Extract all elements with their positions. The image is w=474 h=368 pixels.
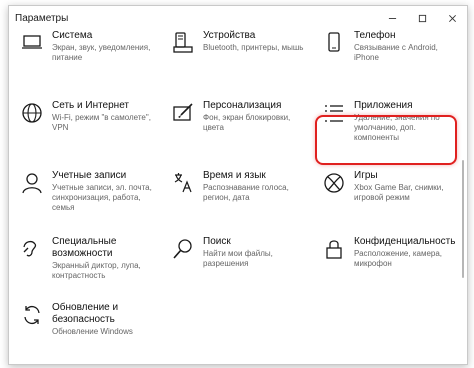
tile-accounts[interactable]: Учетные записи Учетные записи, эл. почта… bbox=[13, 170, 153, 222]
minimize-button[interactable] bbox=[377, 6, 407, 30]
tile-name: Телефон bbox=[354, 30, 396, 41]
tile-devices[interactable]: Устройства Bluetooth, принтеры, мышь bbox=[164, 30, 304, 82]
minimize-icon bbox=[388, 17, 396, 19]
tile-description: Найти мои файлы, разрешения bbox=[203, 249, 273, 268]
tile-description: Обновление Windows bbox=[52, 327, 133, 336]
tile-accessibility[interactable]: Специальные возможности Экранный диктор, … bbox=[13, 236, 153, 288]
globe-icon bbox=[21, 102, 43, 124]
keyboard-icon bbox=[172, 32, 194, 54]
tile-name: Сеть и Интернет bbox=[52, 100, 130, 111]
close-button[interactable] bbox=[437, 6, 467, 30]
settings-grid: Система Экран, звук, уведомления, питание… bbox=[9, 30, 467, 364]
tile-phone[interactable]: Телефон Связывание с Android, iPhone bbox=[315, 30, 455, 82]
app-list-icon bbox=[323, 102, 345, 124]
tile-update-security[interactable]: Обновление и безопасность Обновление Wind… bbox=[13, 302, 153, 354]
accessibility-icon bbox=[21, 238, 43, 260]
sync-icon bbox=[21, 304, 43, 326]
tile-name: Приложения bbox=[354, 100, 413, 111]
tile-time-language[interactable]: Время и язык Распознавание голоса, регион… bbox=[164, 170, 304, 222]
tile-network[interactable]: Сеть и Интернет Wi-Fi, режим "в самолете… bbox=[13, 100, 153, 152]
search-icon bbox=[172, 238, 194, 260]
tile-search[interactable]: Поиск Найти мои файлы, разрешения bbox=[164, 236, 304, 288]
maximize-button[interactable] bbox=[407, 6, 437, 30]
tile-description: Экранный диктор, лупа, контрастность bbox=[52, 261, 141, 280]
tile-gaming[interactable]: Игры Xbox Game Bar, снимки, игровой режим bbox=[315, 170, 455, 222]
tile-description: Xbox Game Bar, снимки, игровой режим bbox=[354, 183, 444, 202]
tile-description: Учетные записи, эл. почта, синхронизация,… bbox=[52, 183, 152, 212]
laptop-icon bbox=[21, 32, 43, 54]
tile-name: Поиск bbox=[203, 236, 231, 247]
tile-name: Персонализация bbox=[203, 100, 282, 111]
tile-description: Bluetooth, принтеры, мышь bbox=[203, 43, 304, 52]
lock-icon bbox=[323, 238, 345, 260]
tile-description: Удаление, значения по умолчанию, доп. ком… bbox=[354, 113, 440, 142]
settings-window: Параметры Система Экран, звук, уведомлен… bbox=[8, 5, 468, 365]
tile-description: Расположение, камера, микрофон bbox=[354, 249, 443, 268]
tile-description: Связывание с Android, iPhone bbox=[354, 43, 438, 62]
tile-apps[interactable]: Приложения Удаление, значения по умолчани… bbox=[315, 100, 455, 152]
tile-name: Конфиденциальность bbox=[354, 236, 456, 247]
title-bar: Параметры bbox=[9, 6, 467, 30]
phone-icon bbox=[323, 32, 345, 54]
tile-name: Игры bbox=[354, 170, 378, 181]
close-icon bbox=[448, 14, 456, 22]
tile-privacy[interactable]: Конфиденциальность Расположение, камера,… bbox=[315, 236, 455, 288]
tile-description: Wi-Fi, режим "в самолете", VPN bbox=[52, 113, 151, 132]
tile-name: Специальные возможности bbox=[52, 236, 117, 259]
tile-description: Фон, экран блокировки, цвета bbox=[203, 113, 291, 132]
tile-name: Время и язык bbox=[203, 170, 266, 181]
xbox-icon bbox=[323, 172, 345, 194]
tile-name: Обновление и безопасность bbox=[52, 302, 119, 325]
tile-name: Учетные записи bbox=[52, 170, 127, 181]
person-icon bbox=[21, 172, 43, 194]
window-title: Параметры bbox=[15, 12, 69, 24]
tile-description: Экран, звук, уведомления, питание bbox=[52, 43, 151, 62]
time-language-icon bbox=[172, 172, 194, 194]
scrollbar[interactable] bbox=[462, 160, 464, 278]
tile-system[interactable]: Система Экран, звук, уведомления, питание bbox=[13, 30, 153, 82]
tile-personalization[interactable]: Персонализация Фон, экран блокировки, цв… bbox=[164, 100, 304, 152]
tile-name: Система bbox=[52, 30, 93, 41]
paintbrush-icon bbox=[172, 102, 194, 124]
tile-name: Устройства bbox=[203, 30, 256, 41]
tile-description: Распознавание голоса, регион, дата bbox=[203, 183, 289, 202]
maximize-icon bbox=[418, 14, 426, 22]
